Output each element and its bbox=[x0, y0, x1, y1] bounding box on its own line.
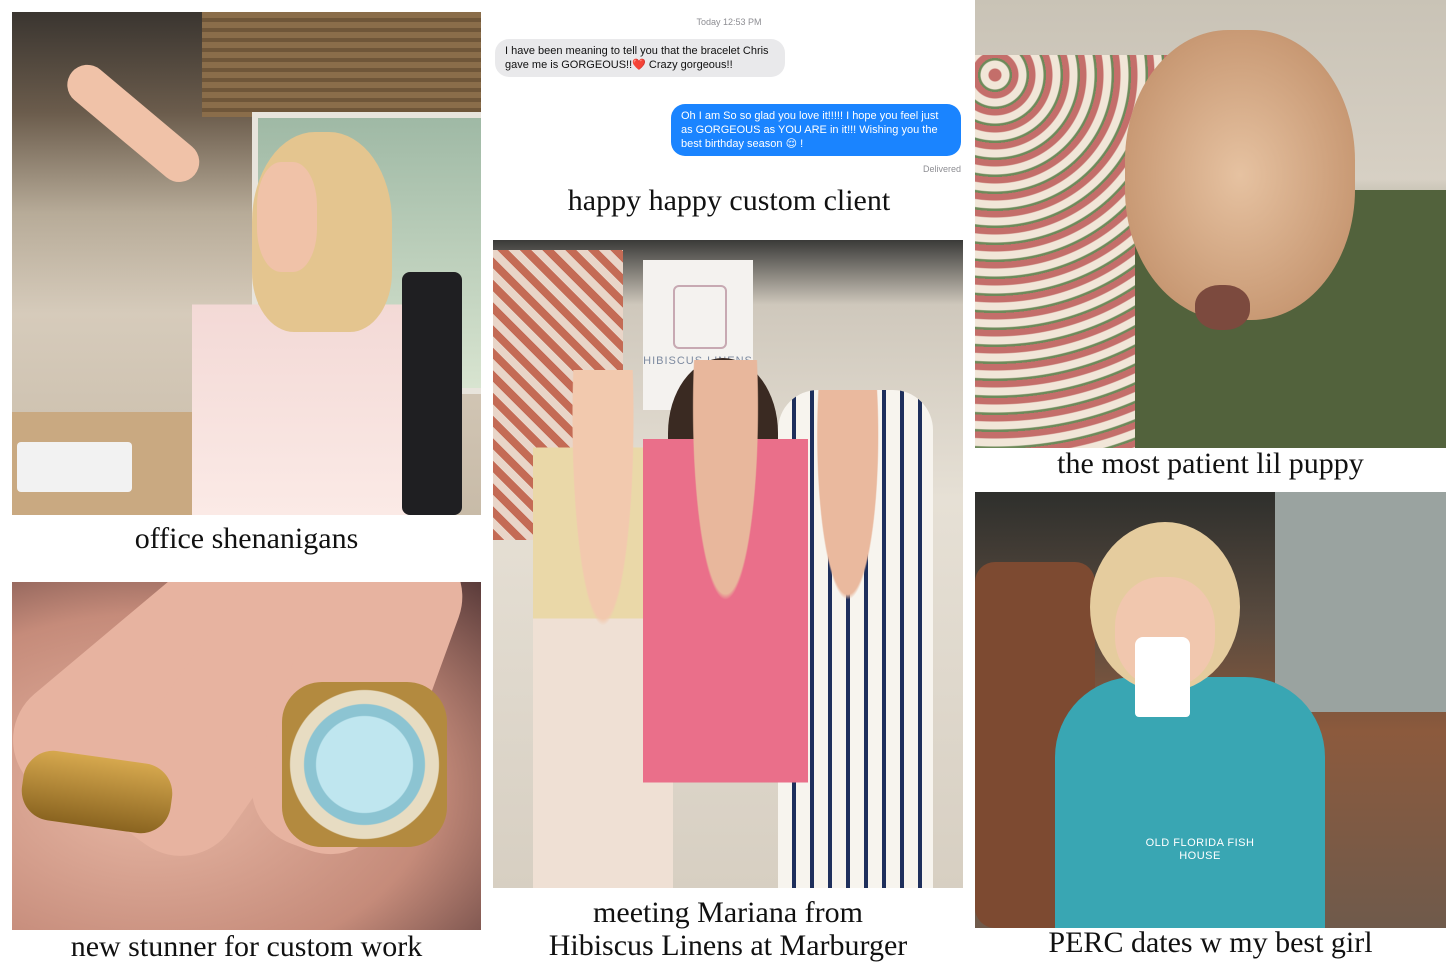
girl-photo: OLD FLORIDA FISH HOUSE bbox=[975, 492, 1446, 928]
office-chair bbox=[402, 272, 462, 515]
group-caption-line2: Hibiscus Linens at Marburger bbox=[548, 929, 908, 962]
puppy-caption: the most patient lil puppy bbox=[1057, 447, 1364, 480]
delivered-status: Delivered bbox=[922, 164, 961, 174]
aquamarine-ring bbox=[282, 682, 447, 847]
puppy-nose bbox=[1195, 285, 1250, 330]
chat-caption: happy happy custom client bbox=[567, 184, 891, 217]
woman-center bbox=[643, 360, 808, 888]
window bbox=[1275, 492, 1446, 712]
ring-photo bbox=[12, 582, 481, 930]
raised-arm bbox=[59, 56, 208, 191]
group-photo: HIBISCUS LINENS bbox=[493, 240, 963, 888]
outgoing-message-bubble: Oh I am So so glad you love it!!!!! I ho… bbox=[671, 104, 961, 156]
coffee-cup bbox=[1135, 637, 1190, 717]
office-photo bbox=[12, 12, 481, 515]
puppy-photo bbox=[975, 0, 1446, 448]
window-blind bbox=[202, 12, 481, 117]
message-screenshot: Today 12:53 PM I have been meaning to te… bbox=[493, 12, 965, 182]
puppy bbox=[1125, 30, 1355, 320]
keyboard bbox=[17, 442, 132, 492]
incoming-message-bubble: I have been meaning to tell you that the… bbox=[495, 39, 785, 77]
shirt-text: OLD FLORIDA FISH HOUSE bbox=[1145, 837, 1255, 862]
ring-caption: new stunner for custom work bbox=[70, 930, 423, 963]
office-caption: office shenanigans bbox=[134, 522, 359, 555]
face bbox=[257, 162, 317, 272]
girl-caption: PERC dates w my best girl bbox=[1048, 926, 1373, 959]
teal-shirt bbox=[1055, 677, 1325, 928]
message-timestamp: Today 12:53 PM bbox=[696, 17, 762, 27]
group-caption-line1: meeting Mariana from bbox=[593, 896, 863, 929]
brand-logo-icon bbox=[673, 285, 727, 349]
